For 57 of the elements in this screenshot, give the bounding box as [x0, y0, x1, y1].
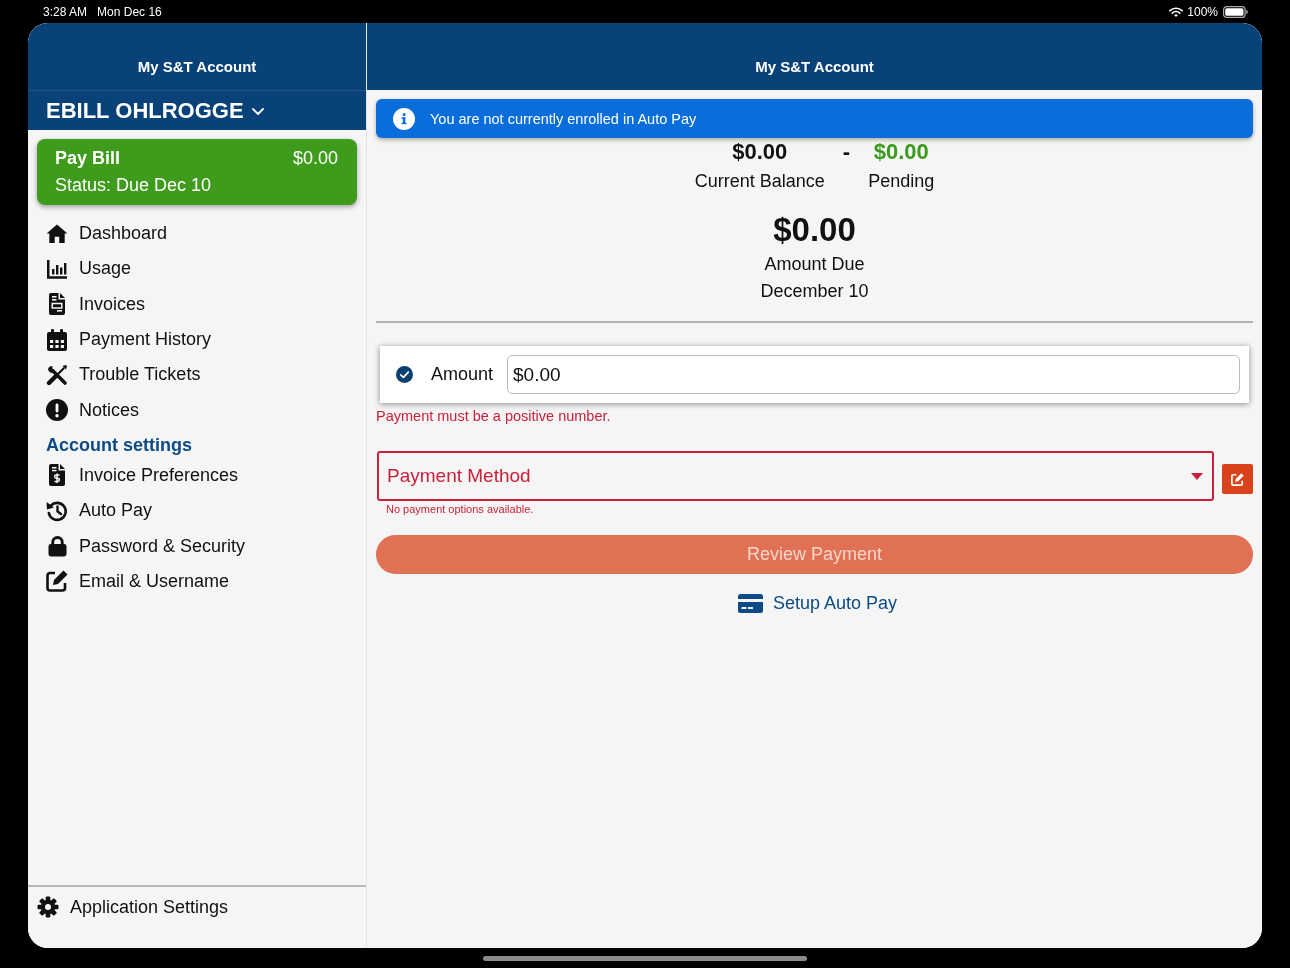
bill-amount: $0.00 — [292, 147, 338, 169]
edit-icon — [46, 570, 68, 593]
amount-due-value: $0.00 — [773, 211, 856, 249]
nav-item[interactable]: Notices — [28, 392, 366, 428]
calendar-icon — [47, 328, 67, 351]
nav-item[interactable]: Invoice Preferences — [28, 457, 366, 494]
battery-icon — [1223, 5, 1248, 18]
balance-label: Current Balance — [694, 170, 825, 193]
battery-percent: 100% — [1187, 4, 1218, 19]
pending-value: $0.00 — [873, 139, 929, 165]
pay-bill-card[interactable]: Pay Bill $0.00 Status: Due Dec 10 — [37, 139, 357, 205]
tools-icon — [46, 363, 68, 386]
wifi-icon — [1169, 6, 1184, 17]
pending-label: Pending — [868, 170, 935, 193]
edit-button[interactable] — [1222, 464, 1253, 494]
dollar-document-icon — [49, 464, 65, 487]
balance-value: $0.00 — [732, 139, 788, 165]
nav-item[interactable]: Usage — [28, 251, 366, 287]
exclamation-icon — [46, 399, 68, 422]
status-time: 3:28 AM — [43, 4, 88, 19]
settings-item[interactable]: Application Settings — [28, 896, 366, 918]
due-date: December 10 — [760, 280, 869, 303]
credit-card-icon — [737, 593, 763, 613]
nav-item[interactable]: Invoices — [28, 286, 366, 322]
header-title: My S&T Account — [137, 58, 257, 76]
settings-icon — [37, 896, 59, 918]
house-icon — [46, 224, 68, 244]
caret-down-icon — [1191, 473, 1203, 480]
amount-input[interactable]: $0.00 — [507, 355, 1240, 394]
nav-item[interactable]: Payment History — [28, 321, 366, 358]
payment-method-select[interactable]: Payment Method — [377, 451, 1214, 501]
error-message: Payment must be a positive number. — [376, 407, 612, 425]
pay-bill-title: Pay Bill — [55, 147, 121, 169]
amount-label: Amount — [431, 364, 494, 385]
info-icon — [393, 107, 415, 130]
document-icon — [49, 293, 65, 316]
error-message: No payment options available. — [386, 502, 535, 516]
bar-chart-icon — [46, 258, 68, 279]
amount-due-label: Amount Due — [764, 253, 865, 276]
separator-text: - — [842, 139, 851, 165]
account-selector[interactable]: EBILL OHLROGGE — [28, 90, 366, 130]
bill-status: Status: Due Dec 10 — [55, 174, 213, 196]
nav-item[interactable]: Password & Security — [28, 528, 366, 564]
edit-icon — [1231, 472, 1244, 486]
chevron-down-icon — [251, 108, 264, 115]
setup-auto-pay-link[interactable]: Setup Auto Pay — [737, 591, 898, 615]
nav-item[interactable]: Auto Pay — [28, 493, 366, 529]
nav-item[interactable]: Email & Username — [28, 563, 366, 599]
status-date: Mon Dec 16 — [97, 4, 162, 19]
check-circle-icon[interactable] — [396, 366, 413, 383]
nav-item[interactable]: Dashboard — [28, 216, 366, 252]
header-title: My S&T Account — [755, 58, 874, 76]
lock-icon — [47, 535, 67, 557]
nav-item[interactable]: Trouble Tickets — [28, 357, 366, 393]
section-title: Account settings — [46, 433, 192, 457]
history-icon — [46, 499, 68, 522]
banner-text: You are not currently enrolled in Auto Pay — [430, 110, 697, 127]
